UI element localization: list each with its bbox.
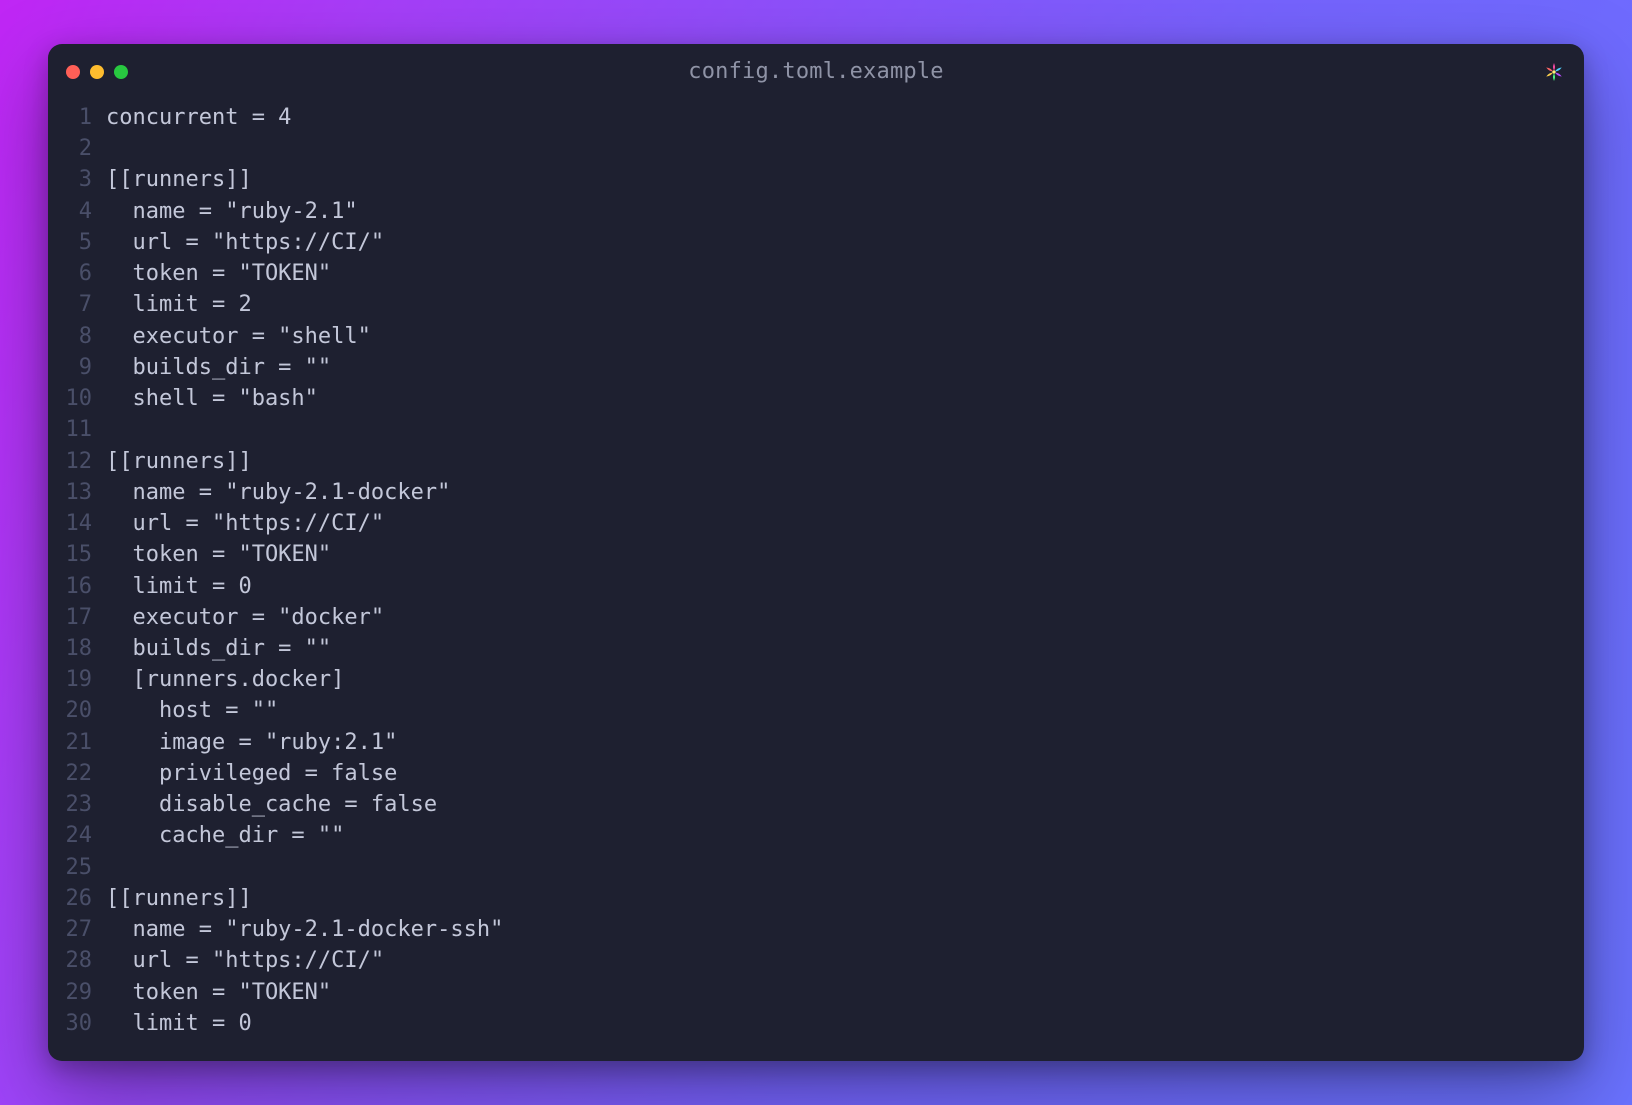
line-number: 7 [48,289,106,320]
line-number: 11 [48,414,106,445]
code-line[interactable]: 19 [runners.docker] [48,664,1584,695]
code-text[interactable]: host = "" [106,695,1584,726]
code-text[interactable]: [runners.docker] [106,664,1584,695]
line-number: 4 [48,196,106,227]
line-number: 15 [48,539,106,570]
code-line[interactable]: 27 name = "ruby-2.1-docker-ssh" [48,914,1584,945]
code-line[interactable]: 15 token = "TOKEN" [48,539,1584,570]
code-text[interactable]: executor = "docker" [106,602,1584,633]
code-line[interactable]: 17 executor = "docker" [48,602,1584,633]
minimize-icon[interactable] [90,65,104,79]
code-line[interactable]: 8 executor = "shell" [48,321,1584,352]
code-text[interactable]: token = "TOKEN" [106,539,1584,570]
code-line[interactable]: 4 name = "ruby-2.1" [48,196,1584,227]
line-number: 24 [48,820,106,851]
code-text[interactable]: builds_dir = "" [106,352,1584,383]
code-text[interactable]: disable_cache = false [106,789,1584,820]
code-text[interactable]: image = "ruby:2.1" [106,727,1584,758]
line-number: 19 [48,664,106,695]
code-line[interactable]: 16 limit = 0 [48,571,1584,602]
code-line[interactable]: 5 url = "https://CI/" [48,227,1584,258]
line-number: 28 [48,945,106,976]
code-line[interactable]: 2 [48,133,1584,164]
window-title: config.toml.example [48,59,1584,84]
code-line[interactable]: 24 cache_dir = "" [48,820,1584,851]
code-line[interactable]: 1concurrent = 4 [48,102,1584,133]
line-number: 17 [48,602,106,633]
line-number: 9 [48,352,106,383]
code-text[interactable]: url = "https://CI/" [106,508,1584,539]
code-line[interactable]: 12[[runners]] [48,446,1584,477]
code-text[interactable]: limit = 0 [106,571,1584,602]
app-logo-icon [1542,60,1566,84]
code-text[interactable]: token = "TOKEN" [106,258,1584,289]
code-line[interactable]: 6 token = "TOKEN" [48,258,1584,289]
line-number: 13 [48,477,106,508]
code-line[interactable]: 20 host = "" [48,695,1584,726]
code-text[interactable]: concurrent = 4 [106,102,1584,133]
code-line[interactable]: 7 limit = 2 [48,289,1584,320]
line-number: 14 [48,508,106,539]
code-text[interactable]: limit = 0 [106,1008,1584,1039]
line-number: 26 [48,883,106,914]
code-line[interactable]: 11 [48,414,1584,445]
close-icon[interactable] [66,65,80,79]
line-number: 20 [48,695,106,726]
line-number: 12 [48,446,106,477]
code-line[interactable]: 10 shell = "bash" [48,383,1584,414]
code-text[interactable]: builds_dir = "" [106,633,1584,664]
code-text[interactable] [106,133,1584,164]
line-number: 30 [48,1008,106,1039]
code-text[interactable] [106,414,1584,445]
line-number: 21 [48,727,106,758]
code-text[interactable]: [[runners]] [106,883,1584,914]
code-text[interactable] [106,852,1584,883]
code-line[interactable]: 25 [48,852,1584,883]
code-text[interactable]: token = "TOKEN" [106,977,1584,1008]
code-editor[interactable]: 1concurrent = 42 3[[runners]]4 name = "r… [48,96,1584,1061]
code-line[interactable]: 30 limit = 0 [48,1008,1584,1039]
code-text[interactable]: url = "https://CI/" [106,227,1584,258]
code-line[interactable]: 29 token = "TOKEN" [48,977,1584,1008]
code-line[interactable]: 13 name = "ruby-2.1-docker" [48,477,1584,508]
code-text[interactable]: limit = 2 [106,289,1584,320]
line-number: 3 [48,164,106,195]
line-number: 22 [48,758,106,789]
code-text[interactable]: url = "https://CI/" [106,945,1584,976]
line-number: 2 [48,133,106,164]
code-line[interactable]: 26[[runners]] [48,883,1584,914]
code-text[interactable]: [[runners]] [106,446,1584,477]
code-line[interactable]: 3[[runners]] [48,164,1584,195]
line-number: 16 [48,571,106,602]
code-line[interactable]: 9 builds_dir = "" [48,352,1584,383]
line-number: 29 [48,977,106,1008]
code-line[interactable]: 14 url = "https://CI/" [48,508,1584,539]
line-number: 6 [48,258,106,289]
titlebar: config.toml.example [48,44,1584,96]
code-text[interactable]: privileged = false [106,758,1584,789]
traffic-lights [66,65,128,79]
code-text[interactable]: name = "ruby-2.1-docker" [106,477,1584,508]
line-number: 27 [48,914,106,945]
code-line[interactable]: 18 builds_dir = "" [48,633,1584,664]
code-text[interactable]: name = "ruby-2.1-docker-ssh" [106,914,1584,945]
code-line[interactable]: 28 url = "https://CI/" [48,945,1584,976]
line-number: 8 [48,321,106,352]
code-text[interactable]: [[runners]] [106,164,1584,195]
code-text[interactable]: shell = "bash" [106,383,1584,414]
line-number: 5 [48,227,106,258]
line-number: 25 [48,852,106,883]
editor-window: config.toml.example 1concurrent = 42 3[[… [48,44,1584,1061]
line-number: 23 [48,789,106,820]
code-text[interactable]: executor = "shell" [106,321,1584,352]
code-text[interactable]: name = "ruby-2.1" [106,196,1584,227]
line-number: 1 [48,102,106,133]
line-number: 18 [48,633,106,664]
code-line[interactable]: 22 privileged = false [48,758,1584,789]
code-line[interactable]: 21 image = "ruby:2.1" [48,727,1584,758]
line-number: 10 [48,383,106,414]
maximize-icon[interactable] [114,65,128,79]
code-line[interactable]: 23 disable_cache = false [48,789,1584,820]
code-text[interactable]: cache_dir = "" [106,820,1584,851]
